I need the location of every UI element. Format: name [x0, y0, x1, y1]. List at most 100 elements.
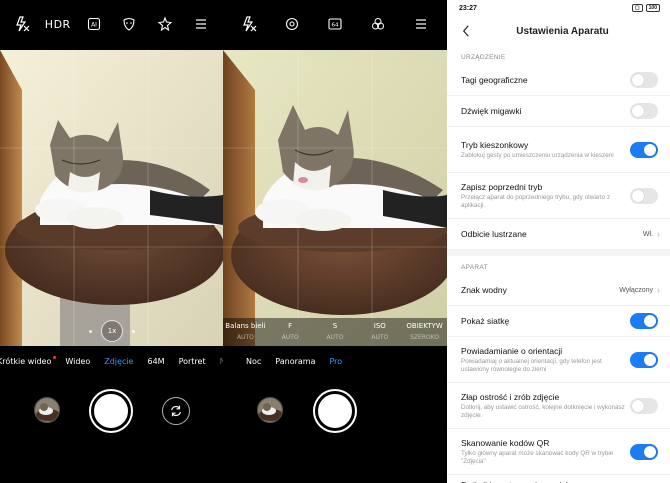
- toggle-switch[interactable]: [630, 397, 658, 414]
- filter-icon[interactable]: [366, 12, 390, 36]
- zoom-step-dot[interactable]: [89, 330, 92, 333]
- pro-param-0[interactable]: Balans bieli AUTO: [223, 318, 268, 346]
- pro-param-label: Balans bieli: [225, 322, 266, 330]
- settings-row-title: Znak wodny: [461, 285, 507, 295]
- cat-preview-image: [223, 50, 447, 346]
- status-bar: 23:27 ▢ 100: [447, 0, 670, 16]
- ai-icon[interactable]: AI: [82, 12, 106, 36]
- camera-top-toolbar: HDR AI: [0, 0, 223, 48]
- settings-row[interactable]: Dotknij i przytrzymaj przycisk: [447, 475, 670, 483]
- settings-row[interactable]: Skanowanie kodów QR Tylko główny aparat m…: [447, 429, 670, 475]
- camera-viewfinder[interactable]: [223, 50, 447, 346]
- settings-row[interactable]: Tagi geograficzne: [447, 65, 670, 96]
- mode-tab-label: Noc: [246, 356, 262, 366]
- settings-row[interactable]: Powiadamianie o orientacji Powiadamiaj o …: [447, 337, 670, 383]
- settings-row-title: Złap ostrość i zrób zdjęcie: [461, 391, 560, 402]
- shutter-button[interactable]: [91, 391, 131, 431]
- pro-parameters-bar: Balans bieli AUTO F AUTO S AUTO ISO AUTO OBIEKTY…: [223, 318, 447, 346]
- battery-indicator: 100: [645, 4, 660, 12]
- toggle-switch[interactable]: [630, 141, 658, 158]
- toggle-switch[interactable]: [630, 351, 658, 368]
- settings-row[interactable]: Zapisz poprzedni tryb Przełącz aparat do …: [447, 173, 670, 219]
- mode-tab[interactable]: Panorama: [268, 357, 322, 366]
- mode-tab-label: Portret: [178, 356, 206, 366]
- toggle-knob: [632, 189, 644, 202]
- switch-camera-button[interactable]: [162, 397, 190, 425]
- settings-row-subtitle: Tylko główny aparat może skanować kody Q…: [461, 449, 614, 465]
- mode-tab[interactable]: Wideo: [58, 357, 97, 366]
- settings-row-subtitle: Przełącz aparat do poprzedniego trybu, g…: [461, 193, 611, 209]
- toggle-knob: [632, 399, 644, 412]
- toggle-switch[interactable]: [630, 72, 658, 88]
- mode-tab[interactable]: Pro: [323, 357, 350, 366]
- camera-pro-screen: 64 Balans bieli AUTO F AUTO S AUTO ISO A…: [223, 0, 447, 483]
- mode-tab[interactable]: Zdjęcie: [97, 357, 140, 366]
- pro-param-label: F: [288, 322, 293, 330]
- setting-value: Wyłączony ›: [619, 285, 660, 295]
- lens-icon[interactable]: [280, 12, 304, 36]
- menu-icon[interactable]: [189, 12, 213, 36]
- toggle-switch[interactable]: [630, 103, 658, 119]
- mode-tab-label: Zdjęcie: [104, 356, 134, 366]
- camera-viewfinder[interactable]: 1x: [0, 50, 223, 346]
- pro-param-3[interactable]: ISO AUTO: [357, 318, 402, 346]
- mode-tab[interactable]: 64M: [140, 357, 171, 366]
- settings-row-title: Zapisz poprzedni tryb: [461, 181, 543, 192]
- pro-param-label: S: [332, 322, 338, 330]
- gallery-thumbnail[interactable]: [257, 397, 283, 423]
- toggle-knob: [632, 105, 644, 117]
- mode-tab[interactable]: Noc: [239, 357, 268, 366]
- settings-row[interactable]: Odbicie lustrzane Wł. ›: [447, 219, 670, 250]
- zoom-step-dot[interactable]: [132, 330, 135, 333]
- settings-row-subtitle: Zablokuj gesty po umieszczeniu urządzeni…: [461, 151, 614, 159]
- settings-row[interactable]: Pokaż siatkę: [447, 306, 670, 337]
- shutter-button[interactable]: [315, 391, 355, 431]
- 64m-icon[interactable]: 64: [323, 12, 347, 36]
- chevron-right-icon: ›: [657, 229, 660, 239]
- svg-text:AI: AI: [91, 22, 97, 29]
- page-title: Ustawienia Aparatu: [516, 25, 609, 37]
- settings-row[interactable]: Dźwięk migawki: [447, 96, 670, 127]
- pro-param-value: AUTO: [281, 334, 299, 341]
- signal-icon: ▢: [631, 4, 643, 12]
- toggle-switch[interactable]: [630, 187, 658, 204]
- mode-tab[interactable]: Portret: [172, 357, 213, 366]
- camera-top-toolbar: 64: [223, 0, 447, 48]
- camera-settings-list: Znak wodny Wyłączony › Pokaż siatkę Powiadam…: [447, 275, 670, 483]
- device-settings-list: Tagi geograficzne Dźwięk migawki Tryb kies…: [447, 65, 670, 250]
- section-header-device: URZĄDZENIE: [461, 54, 506, 61]
- settings-row[interactable]: Tryb kieszonkowy Zablokuj gesty po umiesz…: [447, 127, 670, 173]
- setting-value: Wł. ›: [643, 229, 660, 239]
- status-time: 23:27: [459, 4, 477, 12]
- mode-tab-label: Panorama: [275, 356, 316, 366]
- camera-mode-selector: Krótkie wideo Wideo Zdjęcie 64M Portret N: [0, 352, 223, 370]
- hdr-toggle[interactable]: HDR: [45, 12, 70, 36]
- flash-off-icon[interactable]: [237, 12, 261, 36]
- flash-off-icon[interactable]: [10, 12, 34, 36]
- gallery-thumbnail[interactable]: [34, 397, 60, 423]
- mode-tab[interactable]: N: [213, 357, 223, 366]
- section-header-camera: APARAT: [461, 264, 488, 271]
- settings-row[interactable]: Znak wodny Wyłączony ›: [447, 275, 670, 306]
- mode-tab[interactable]: Krótkie wideo: [0, 355, 58, 366]
- pro-param-1[interactable]: F AUTO: [268, 318, 313, 346]
- pro-param-label: OBIEKTYW: [406, 322, 443, 330]
- toggle-knob: [632, 74, 644, 86]
- camera-settings-screen: 23:27 ▢ 100 Ustawienia Aparatu URZĄDZENI…: [447, 0, 670, 483]
- pro-param-2[interactable]: S AUTO: [313, 318, 358, 346]
- mode-tab-label: Wideo: [65, 356, 91, 366]
- toggle-switch[interactable]: [630, 313, 658, 329]
- switch-camera-icon: [171, 405, 181, 417]
- settings-row[interactable]: Złap ostrość i zrób zdjęcie Dotknij, aby …: [447, 383, 670, 429]
- settings-row-title: Dotknij i przytrzymaj przycisk: [461, 480, 630, 483]
- pro-param-value: AUTO: [371, 334, 389, 341]
- filter-icon[interactable]: [153, 12, 177, 36]
- back-button[interactable]: [459, 23, 473, 39]
- pro-param-value: AUTO: [326, 334, 344, 341]
- beauty-icon[interactable]: [117, 12, 141, 36]
- menu-icon[interactable]: [409, 12, 433, 36]
- pro-param-4[interactable]: OBIEKTYW SZEROKO: [402, 318, 447, 346]
- toggle-switch[interactable]: [630, 443, 658, 460]
- pro-param-value: AUTO: [236, 334, 254, 341]
- zoom-level-button[interactable]: 1x: [101, 320, 123, 342]
